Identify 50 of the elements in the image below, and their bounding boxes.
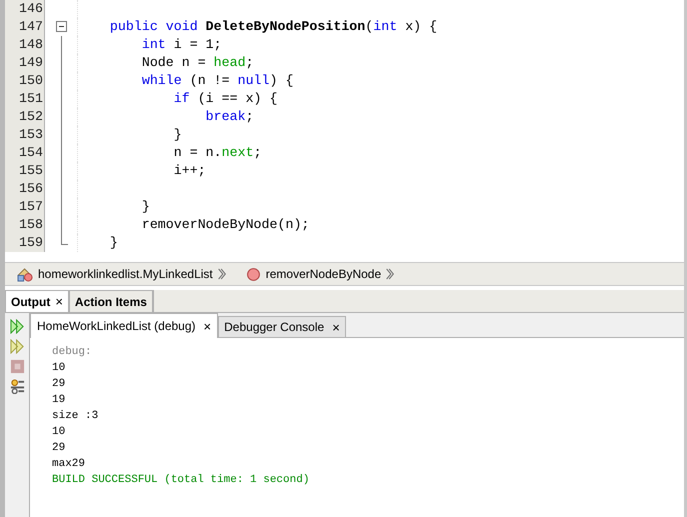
breadcrumb-item[interactable]: homeworklinkedlist.MyLinkedList bbox=[38, 267, 213, 281]
console-tab[interactable]: Debugger Console × bbox=[218, 316, 346, 337]
panel-tab[interactable]: Output × bbox=[5, 290, 69, 312]
output-line: 10 bbox=[52, 425, 66, 440]
line-number: 147 bbox=[5, 18, 45, 36]
code-line: n = n.next; bbox=[172, 144, 262, 162]
output-line: size :3 bbox=[52, 409, 100, 424]
line-number: 149 bbox=[5, 54, 45, 72]
fold-toggle[interactable] bbox=[56, 21, 67, 32]
line-number: 154 bbox=[5, 144, 45, 162]
line-number: 159 bbox=[5, 234, 45, 252]
code-line: } bbox=[140, 198, 150, 216]
output-line: BUILD SUCCESSFUL (total time: 1 second) bbox=[52, 473, 310, 488]
line-number: 157 bbox=[5, 198, 45, 216]
line-number: 155 bbox=[5, 162, 45, 180]
line-number: 151 bbox=[5, 90, 45, 108]
line-number: 152 bbox=[5, 108, 45, 126]
code-line: break; bbox=[204, 108, 254, 126]
breadcrumb-item[interactable]: removerNodeByNode bbox=[266, 267, 382, 281]
close-icon[interactable]: × bbox=[204, 318, 212, 334]
line-number: 153 bbox=[5, 126, 45, 144]
line-number: 146 bbox=[5, 0, 45, 18]
close-icon[interactable]: × bbox=[55, 294, 63, 309]
output-line: 29 bbox=[52, 377, 66, 392]
rerun-icon[interactable] bbox=[10, 319, 24, 334]
console-tab[interactable]: HomeWorkLinkedList (debug) × bbox=[30, 313, 218, 338]
line-number: 158 bbox=[5, 216, 45, 234]
line-number: 148 bbox=[5, 36, 45, 54]
code-line: i++; bbox=[172, 162, 206, 180]
output-line: 29 bbox=[52, 441, 66, 456]
code-line: } bbox=[108, 234, 118, 252]
line-number: 156 bbox=[5, 180, 45, 198]
code-line: int i = 1; bbox=[140, 36, 222, 54]
chevron-icon[interactable] bbox=[385, 267, 396, 281]
panel-tab[interactable]: Action Items bbox=[68, 290, 153, 312]
chevron-icon[interactable] bbox=[216, 267, 227, 281]
class-icon bbox=[17, 266, 34, 282]
output-line: max29 bbox=[52, 457, 86, 472]
method-icon bbox=[244, 266, 262, 282]
code-line: } bbox=[172, 126, 182, 144]
code-line: if (i == x) { bbox=[172, 90, 278, 108]
code-line: removerNodeByNode(n); bbox=[140, 216, 310, 234]
output-line: 19 bbox=[52, 393, 66, 408]
output-line: debug: bbox=[52, 345, 93, 360]
code-line: while (n != null) { bbox=[140, 72, 294, 90]
close-icon[interactable]: × bbox=[332, 320, 340, 334]
line-number: 150 bbox=[5, 72, 45, 90]
output-line: 10 bbox=[52, 361, 66, 376]
code-line: public void DeleteByNodePosition(int x) { bbox=[108, 18, 438, 36]
code-line: Node n = head; bbox=[140, 54, 254, 72]
